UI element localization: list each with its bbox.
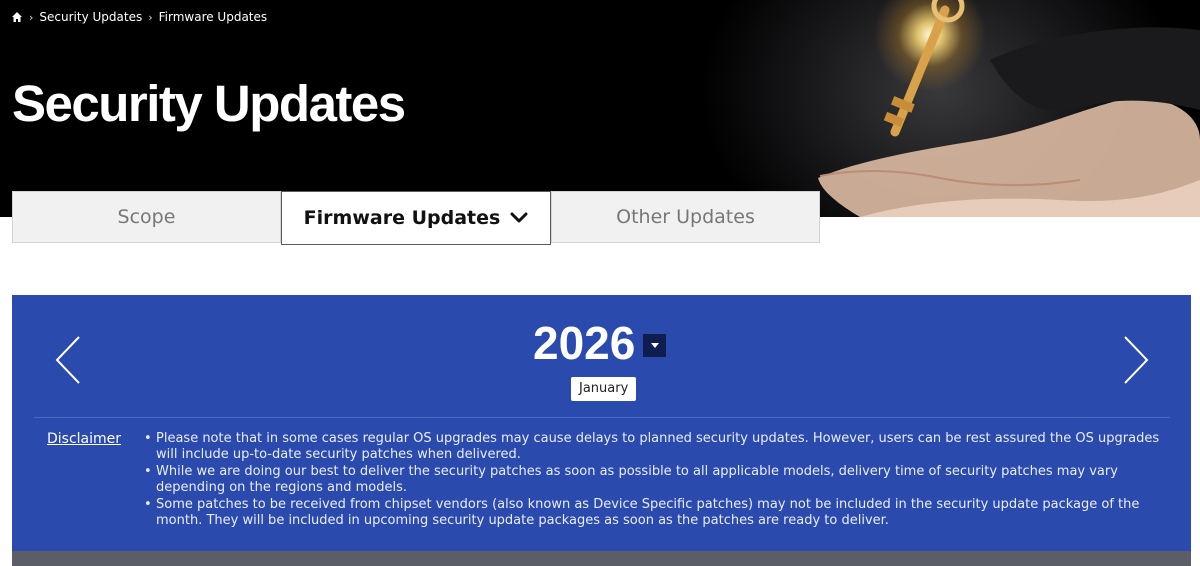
security-update-panel: 2026 January Disclaimer Please note that…	[12, 295, 1191, 555]
tab-label: Other Updates	[616, 206, 755, 228]
year-selector: 2026	[533, 315, 667, 371]
disclaimer-notes: Please note that in some cases regular O…	[142, 431, 1167, 529]
tab-label: Scope	[117, 206, 176, 228]
page-title: Security Updates	[12, 75, 406, 132]
home-icon[interactable]	[11, 11, 23, 23]
breadcrumb-item-firmware-updates[interactable]: Firmware Updates	[159, 10, 268, 24]
key-illustration	[818, 0, 1200, 217]
breadcrumb-separator-icon: ›	[148, 10, 153, 24]
panel-divider	[34, 417, 1170, 418]
breadcrumb-item-security-updates[interactable]: Security Updates	[39, 10, 142, 24]
tab-firmware-updates[interactable]: Firmware Updates	[281, 191, 551, 245]
tab-label: Firmware Updates	[303, 207, 501, 229]
chevron-down-icon	[510, 212, 528, 224]
list-item: Please note that in some cases regular O…	[142, 431, 1167, 464]
breadcrumb: › Security Updates › Firmware Updates	[11, 9, 267, 25]
chevron-right-icon[interactable]	[1122, 335, 1150, 389]
bottom-strip	[12, 551, 1191, 566]
month-button[interactable]: January	[571, 377, 637, 401]
hero-banner: › Security Updates › Firmware Updates Se…	[0, 0, 1200, 217]
tab-other-updates[interactable]: Other Updates	[551, 191, 820, 243]
chevron-left-icon[interactable]	[54, 335, 82, 389]
tab-bar: Scope Firmware Updates Other Updates	[12, 191, 821, 245]
year-dropdown-button[interactable]	[643, 333, 667, 357]
list-item: While we are doing our best to deliver t…	[142, 464, 1167, 497]
disclaimer-link[interactable]: Disclaimer	[47, 431, 121, 447]
list-item: Some patches to be received from chipset…	[142, 497, 1167, 530]
tab-scope[interactable]: Scope	[12, 191, 281, 243]
breadcrumb-separator-icon: ›	[29, 10, 34, 24]
year-value: 2026	[533, 317, 636, 369]
caret-down-icon	[650, 342, 659, 348]
hero-image-key-hand	[560, 0, 1200, 217]
